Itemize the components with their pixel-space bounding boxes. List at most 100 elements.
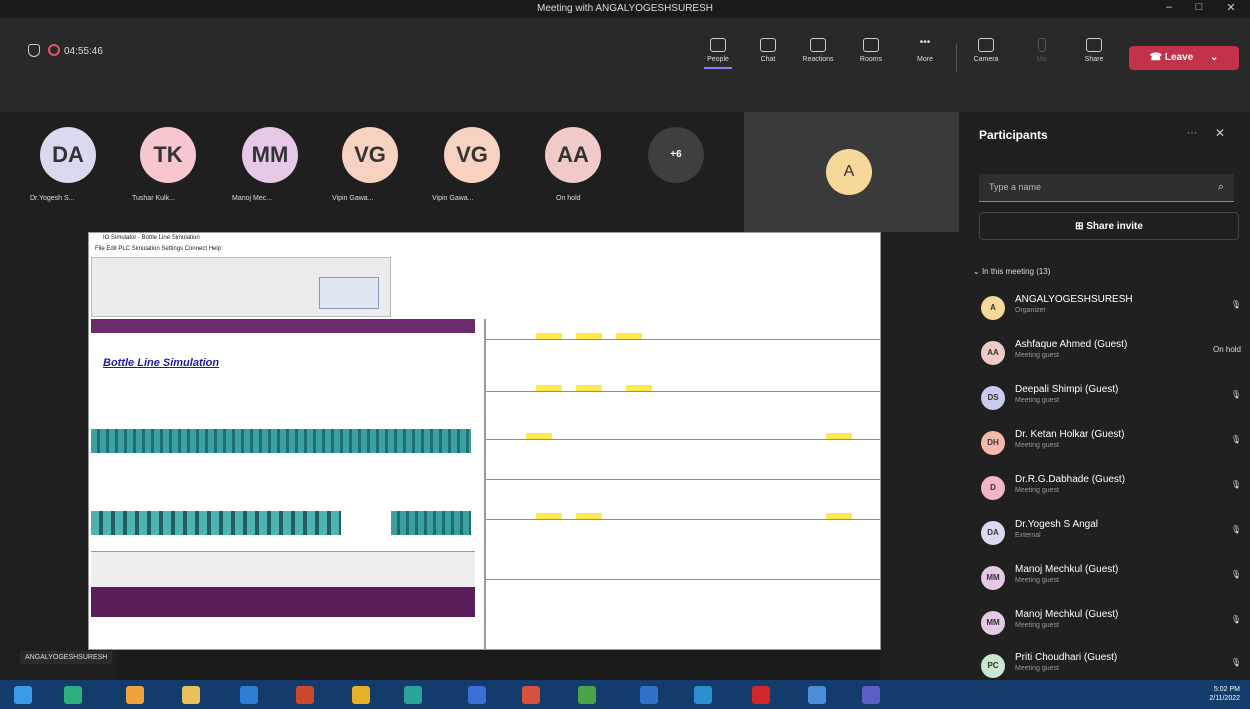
windows-taskbar: 5:02 PM 2/11/2022 [0, 680, 1250, 709]
participant-row[interactable]: D Dr.R.G.Dabhade (Guest) Meeting guest 🎙 [981, 472, 1241, 502]
participant-row[interactable]: MM Manoj Mechkul (Guest) Meeting guest 🎙 [981, 562, 1241, 592]
avatar: DA [981, 521, 1005, 545]
spotlight-tile[interactable]: A [744, 112, 959, 232]
camera-button[interactable]: Camera [966, 38, 1006, 63]
share-invite-button[interactable]: ⊞ Share invite [979, 212, 1239, 240]
spotlight-avatar: A [826, 149, 872, 195]
app-icon[interactable] [808, 686, 826, 704]
participant-role: Meeting guest [1015, 397, 1059, 404]
ladder-contact [576, 385, 602, 391]
simulation-panel: Bottle Line Simulation [91, 319, 475, 633]
participant-row[interactable]: DA Dr.Yogesh S Angal External 🎙 [981, 517, 1241, 547]
toolbar-divider [956, 44, 957, 72]
gallery-avatar[interactable]: AA [545, 127, 601, 183]
ladder-rung [486, 579, 880, 580]
participant-role: Meeting guest [1015, 352, 1059, 359]
mic-icon [1038, 38, 1046, 52]
pdf-reader-icon[interactable] [752, 686, 770, 704]
participant-row[interactable]: DS Deepali Shimpi (Guest) Meeting guest 🎙 [981, 382, 1241, 412]
file-explorer-icon[interactable] [182, 686, 200, 704]
shield-icon [28, 44, 40, 57]
participant-role: Meeting guest [1015, 622, 1059, 629]
gallery-name: On hold [556, 195, 581, 202]
leave-button[interactable]: ☎ Leave ⌄ [1129, 46, 1239, 70]
app-icon[interactable] [64, 686, 82, 704]
chat-button[interactable]: Chat [748, 38, 788, 63]
ladder-rung [486, 439, 880, 440]
teams-icon[interactable] [862, 686, 880, 704]
participant-search-input[interactable]: Type a name ⌕ [979, 174, 1234, 202]
app-icon[interactable] [404, 686, 422, 704]
participant-role: External [1015, 532, 1041, 539]
mic-button[interactable]: Mic [1022, 38, 1062, 63]
window-title-bar: Meeting with ANGALYOGESHSURESH – □ ✕ [0, 0, 1250, 18]
shared-app-grid [319, 277, 379, 309]
gallery-name: Tushar Kulk... [132, 195, 175, 202]
gallery-name: Vipin Gawa... [332, 195, 374, 202]
mic-off-icon: 🎙 [1230, 300, 1241, 309]
chrome-icon[interactable] [352, 686, 370, 704]
participant-role: Meeting guest [1015, 577, 1059, 584]
participant-row[interactable]: DH Dr. Ketan Holkar (Guest) Meeting guest 🎙 [981, 427, 1241, 457]
avatar: A [981, 296, 1005, 320]
mic-off-icon: 🎙 [1230, 615, 1241, 624]
app-icon[interactable] [578, 686, 596, 704]
reactions-button[interactable]: Reactions [798, 38, 838, 63]
participant-row[interactable]: PC Priti Choudhari (Guest) Meeting guest 🎙 [981, 650, 1241, 680]
participant-name: Deepali Shimpi (Guest) [1015, 384, 1119, 395]
media-player-icon[interactable] [296, 686, 314, 704]
avatar: DH [981, 431, 1005, 455]
gallery-avatar[interactable]: VG [444, 127, 500, 183]
people-button[interactable]: People [698, 38, 738, 69]
more-icon: ••• [919, 37, 931, 48]
search-icon: ⌕ [1217, 181, 1224, 193]
record-icon [48, 44, 60, 56]
rooms-button[interactable]: Rooms [851, 38, 891, 63]
in-meeting-section[interactable]: ⌄ In this meeting (13) [973, 267, 1050, 276]
share-button[interactable]: Share [1074, 38, 1114, 63]
settings-icon[interactable] [468, 686, 486, 704]
mic-off-icon: 🎙 [1230, 390, 1241, 399]
participant-name: Dr.Yogesh S Angal [1015, 519, 1099, 530]
gallery-avatar[interactable]: VG [342, 127, 398, 183]
pop-out-icon[interactable]: ⋯ [1187, 128, 1197, 139]
lower-conveyor [91, 511, 341, 535]
participant-name: Ashfaque Ahmed (Guest) [1015, 339, 1128, 350]
app-icon[interactable] [694, 686, 712, 704]
start-icon[interactable] [14, 686, 32, 704]
close-icon[interactable]: ✕ [1215, 126, 1225, 140]
app-icon[interactable] [522, 686, 540, 704]
close-window-button[interactable]: ✕ [1220, 1, 1242, 17]
upper-bottle-line [91, 429, 471, 453]
ladder-rung [486, 339, 880, 340]
avatar: AA [981, 341, 1005, 365]
meeting-timer: 04:55:46 [64, 46, 103, 57]
shared-screen: IO Simulator - Bottle Line Simulation Fi… [88, 232, 881, 650]
participant-row[interactable]: MM Manoj Mechkul (Guest) Meeting guest 🎙 [981, 607, 1241, 637]
chevron-down-icon: ⌄ [1209, 52, 1219, 63]
participant-row[interactable]: A ANGALYOGESHSURESH Organizer 🎙 [981, 292, 1241, 322]
minimize-button[interactable]: – [1158, 1, 1180, 17]
ladder-coil [826, 433, 852, 439]
overflow-avatar[interactable]: +6 [648, 127, 704, 183]
ladder-contact [616, 333, 642, 339]
more-button[interactable]: ••• More [905, 37, 945, 64]
avatar: D [981, 476, 1005, 500]
shared-app-title: IO Simulator - Bottle Line Simulation [89, 233, 880, 245]
participant-name: Manoj Mechkul (Guest) [1015, 564, 1119, 575]
participant-name: ANGALYOGESHSURESH [1015, 294, 1133, 305]
gallery-avatar[interactable]: DA [40, 127, 96, 183]
rooms-icon [863, 38, 879, 52]
gallery-avatar[interactable]: TK [140, 127, 196, 183]
maximize-button[interactable]: □ [1188, 1, 1210, 17]
participant-row[interactable]: AA Ashfaque Ahmed (Guest) Meeting guest On … [981, 337, 1241, 367]
system-tray-clock[interactable]: 5:02 PM 2/11/2022 [1209, 685, 1240, 703]
remote-taskbar [117, 650, 881, 680]
app-icon[interactable] [126, 686, 144, 704]
ladder-contact [536, 513, 562, 519]
app-icon[interactable] [640, 686, 658, 704]
window-title: Meeting with ANGALYOGESHSURESH [537, 3, 713, 14]
gallery-avatar[interactable]: MM [242, 127, 298, 183]
internet-explorer-icon[interactable] [240, 686, 258, 704]
mic-off-icon: 🎙 [1230, 525, 1241, 534]
